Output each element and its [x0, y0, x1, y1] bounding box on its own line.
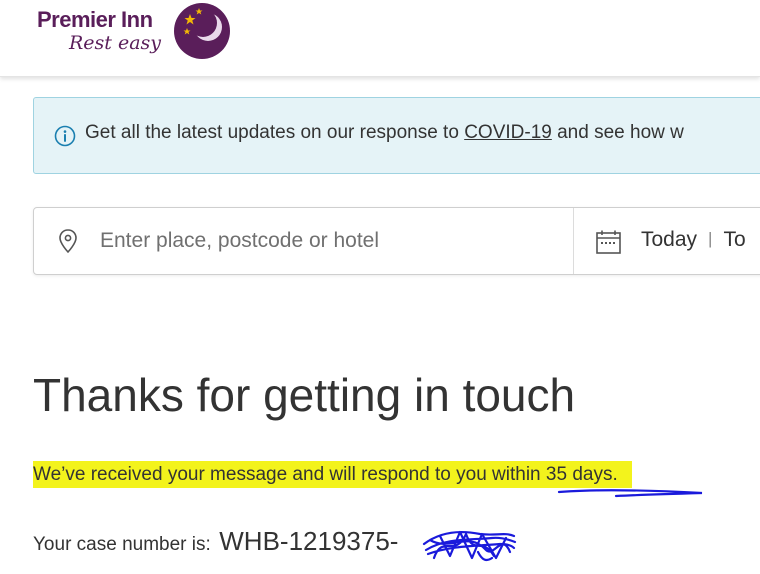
info-icon	[54, 125, 76, 147]
date-separator: |	[708, 229, 713, 248]
site-header: Premier Inn Rest easy	[0, 0, 760, 77]
premier-inn-logo[interactable]: Premier Inn Rest easy	[37, 2, 237, 64]
date-from: Today	[641, 228, 698, 251]
banner-text: Get all the latest updates on our respon…	[85, 122, 684, 144]
banner-text-after: and see how w	[551, 122, 684, 143]
moon-icon	[174, 3, 230, 59]
banner-text-before: Get all the latest updates on our respon…	[85, 122, 465, 143]
pin-icon	[59, 229, 77, 254]
hotel-search-bar: Today | To	[33, 207, 760, 275]
location-field	[34, 208, 574, 274]
date-range-text: Today | To	[641, 228, 746, 252]
highlighted-message-text: We’ve received your message and will res…	[33, 461, 632, 488]
brand-tagline: Rest easy	[69, 32, 162, 54]
covid-19-link[interactable]: COVID-19	[464, 122, 552, 143]
case-number-label: Your case number is:	[33, 534, 211, 555]
page-title: Thanks for getting in touch	[33, 369, 576, 421]
date-to: To	[723, 228, 746, 251]
annotation-underline	[557, 489, 703, 498]
location-search-input[interactable]	[100, 226, 550, 256]
confirmation-message: We’ve received your message and will res…	[33, 461, 632, 488]
brand-name: Premier Inn	[37, 7, 153, 32]
case-number-line: Your case number is: WHB-1219375-	[33, 526, 398, 557]
calendar-icon	[596, 230, 621, 254]
date-picker-field[interactable]: Today | To	[574, 208, 760, 274]
covid-info-banner: Get all the latest updates on our respon…	[33, 97, 760, 174]
redaction-scribble	[422, 530, 517, 562]
case-number-value: WHB-1219375-	[219, 526, 399, 556]
